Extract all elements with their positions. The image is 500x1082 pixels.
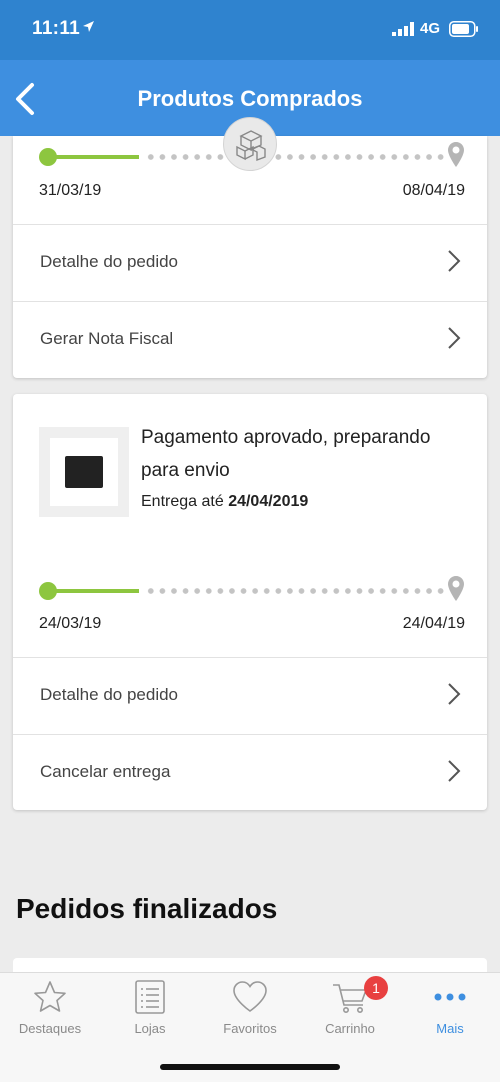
cancel-delivery-button[interactable]: Cancelar entrega (13, 734, 487, 811)
location-pin-icon (447, 141, 465, 174)
tab-label: Carrinho (325, 1021, 375, 1036)
progress-remaining (145, 154, 447, 160)
chevron-right-icon (447, 759, 461, 788)
delivery-prefix: Entrega até (141, 493, 224, 510)
tab-label: Mais (436, 1021, 464, 1036)
location-arrow-icon (82, 20, 95, 38)
delivery-date: 24/04/2019 (228, 493, 309, 510)
end-date: 08/04/19 (402, 182, 465, 199)
order-status: Pagamento aprovado, preparando para envi… (141, 427, 431, 481)
order-detail-label: Detalhe do pedido (40, 252, 179, 271)
generate-invoice-label: Gerar Nota Fiscal (40, 329, 174, 348)
tab-label: Favoritos (223, 1021, 277, 1036)
signal-icon (392, 22, 414, 41)
order-card-2: Pagamento aprovado, preparando para envi… (13, 394, 487, 810)
tab-lojas[interactable]: Lojas (100, 973, 200, 1045)
star-icon (30, 979, 70, 1015)
heart-icon (230, 979, 270, 1015)
chevron-right-icon (447, 249, 461, 278)
progress-fill (51, 589, 139, 593)
cancel-delivery-label: Cancelar entrega (40, 762, 171, 781)
battery-icon (449, 21, 479, 42)
product-image[interactable] (39, 427, 129, 517)
order-card-1: 31/03/19 08/04/19 Detalhe do pedido Gera… (13, 136, 487, 378)
end-date: 24/04/19 (402, 615, 465, 632)
start-date: 24/03/19 (39, 615, 102, 632)
tab-favoritos[interactable]: Favoritos (200, 973, 300, 1045)
tab-mais[interactable]: Mais (400, 973, 500, 1045)
more-icon (430, 979, 470, 1015)
order-detail-label: Detalhe do pedido (40, 685, 179, 704)
page-title: Produtos Comprados (137, 86, 363, 111)
chevron-right-icon (447, 682, 461, 711)
order-detail-button[interactable]: Detalhe do pedido (13, 224, 487, 301)
chevron-right-icon (447, 326, 461, 355)
delivery-estimate: Entrega até 24/04/2019 (141, 493, 308, 511)
hard-drive-image (65, 456, 103, 488)
cart-badge: 1 (364, 976, 388, 1000)
tab-destaques[interactable]: Destaques (0, 973, 100, 1045)
status-time: 11:11 (32, 18, 80, 39)
progress-fill (51, 155, 139, 159)
finalized-orders-title: Pedidos finalizados (16, 893, 278, 924)
package-tracking-icon (223, 117, 277, 171)
tab-label: Destaques (18, 1021, 82, 1036)
delivery-progress (39, 575, 465, 605)
network-type: 4G (420, 20, 441, 37)
status-bar: 11:11 4G (0, 0, 500, 60)
home-indicator[interactable] (160, 1064, 340, 1070)
generate-invoice-button[interactable]: Gerar Nota Fiscal (13, 301, 487, 378)
tab-carrinho[interactable]: 1 Carrinho (300, 973, 400, 1045)
location-pin-icon (447, 575, 465, 608)
order-detail-button[interactable]: Detalhe do pedido (13, 657, 487, 734)
tab-label: Lojas (134, 1021, 166, 1036)
list-icon (130, 979, 170, 1015)
progress-remaining (145, 588, 447, 594)
start-date: 31/03/19 (39, 182, 102, 199)
